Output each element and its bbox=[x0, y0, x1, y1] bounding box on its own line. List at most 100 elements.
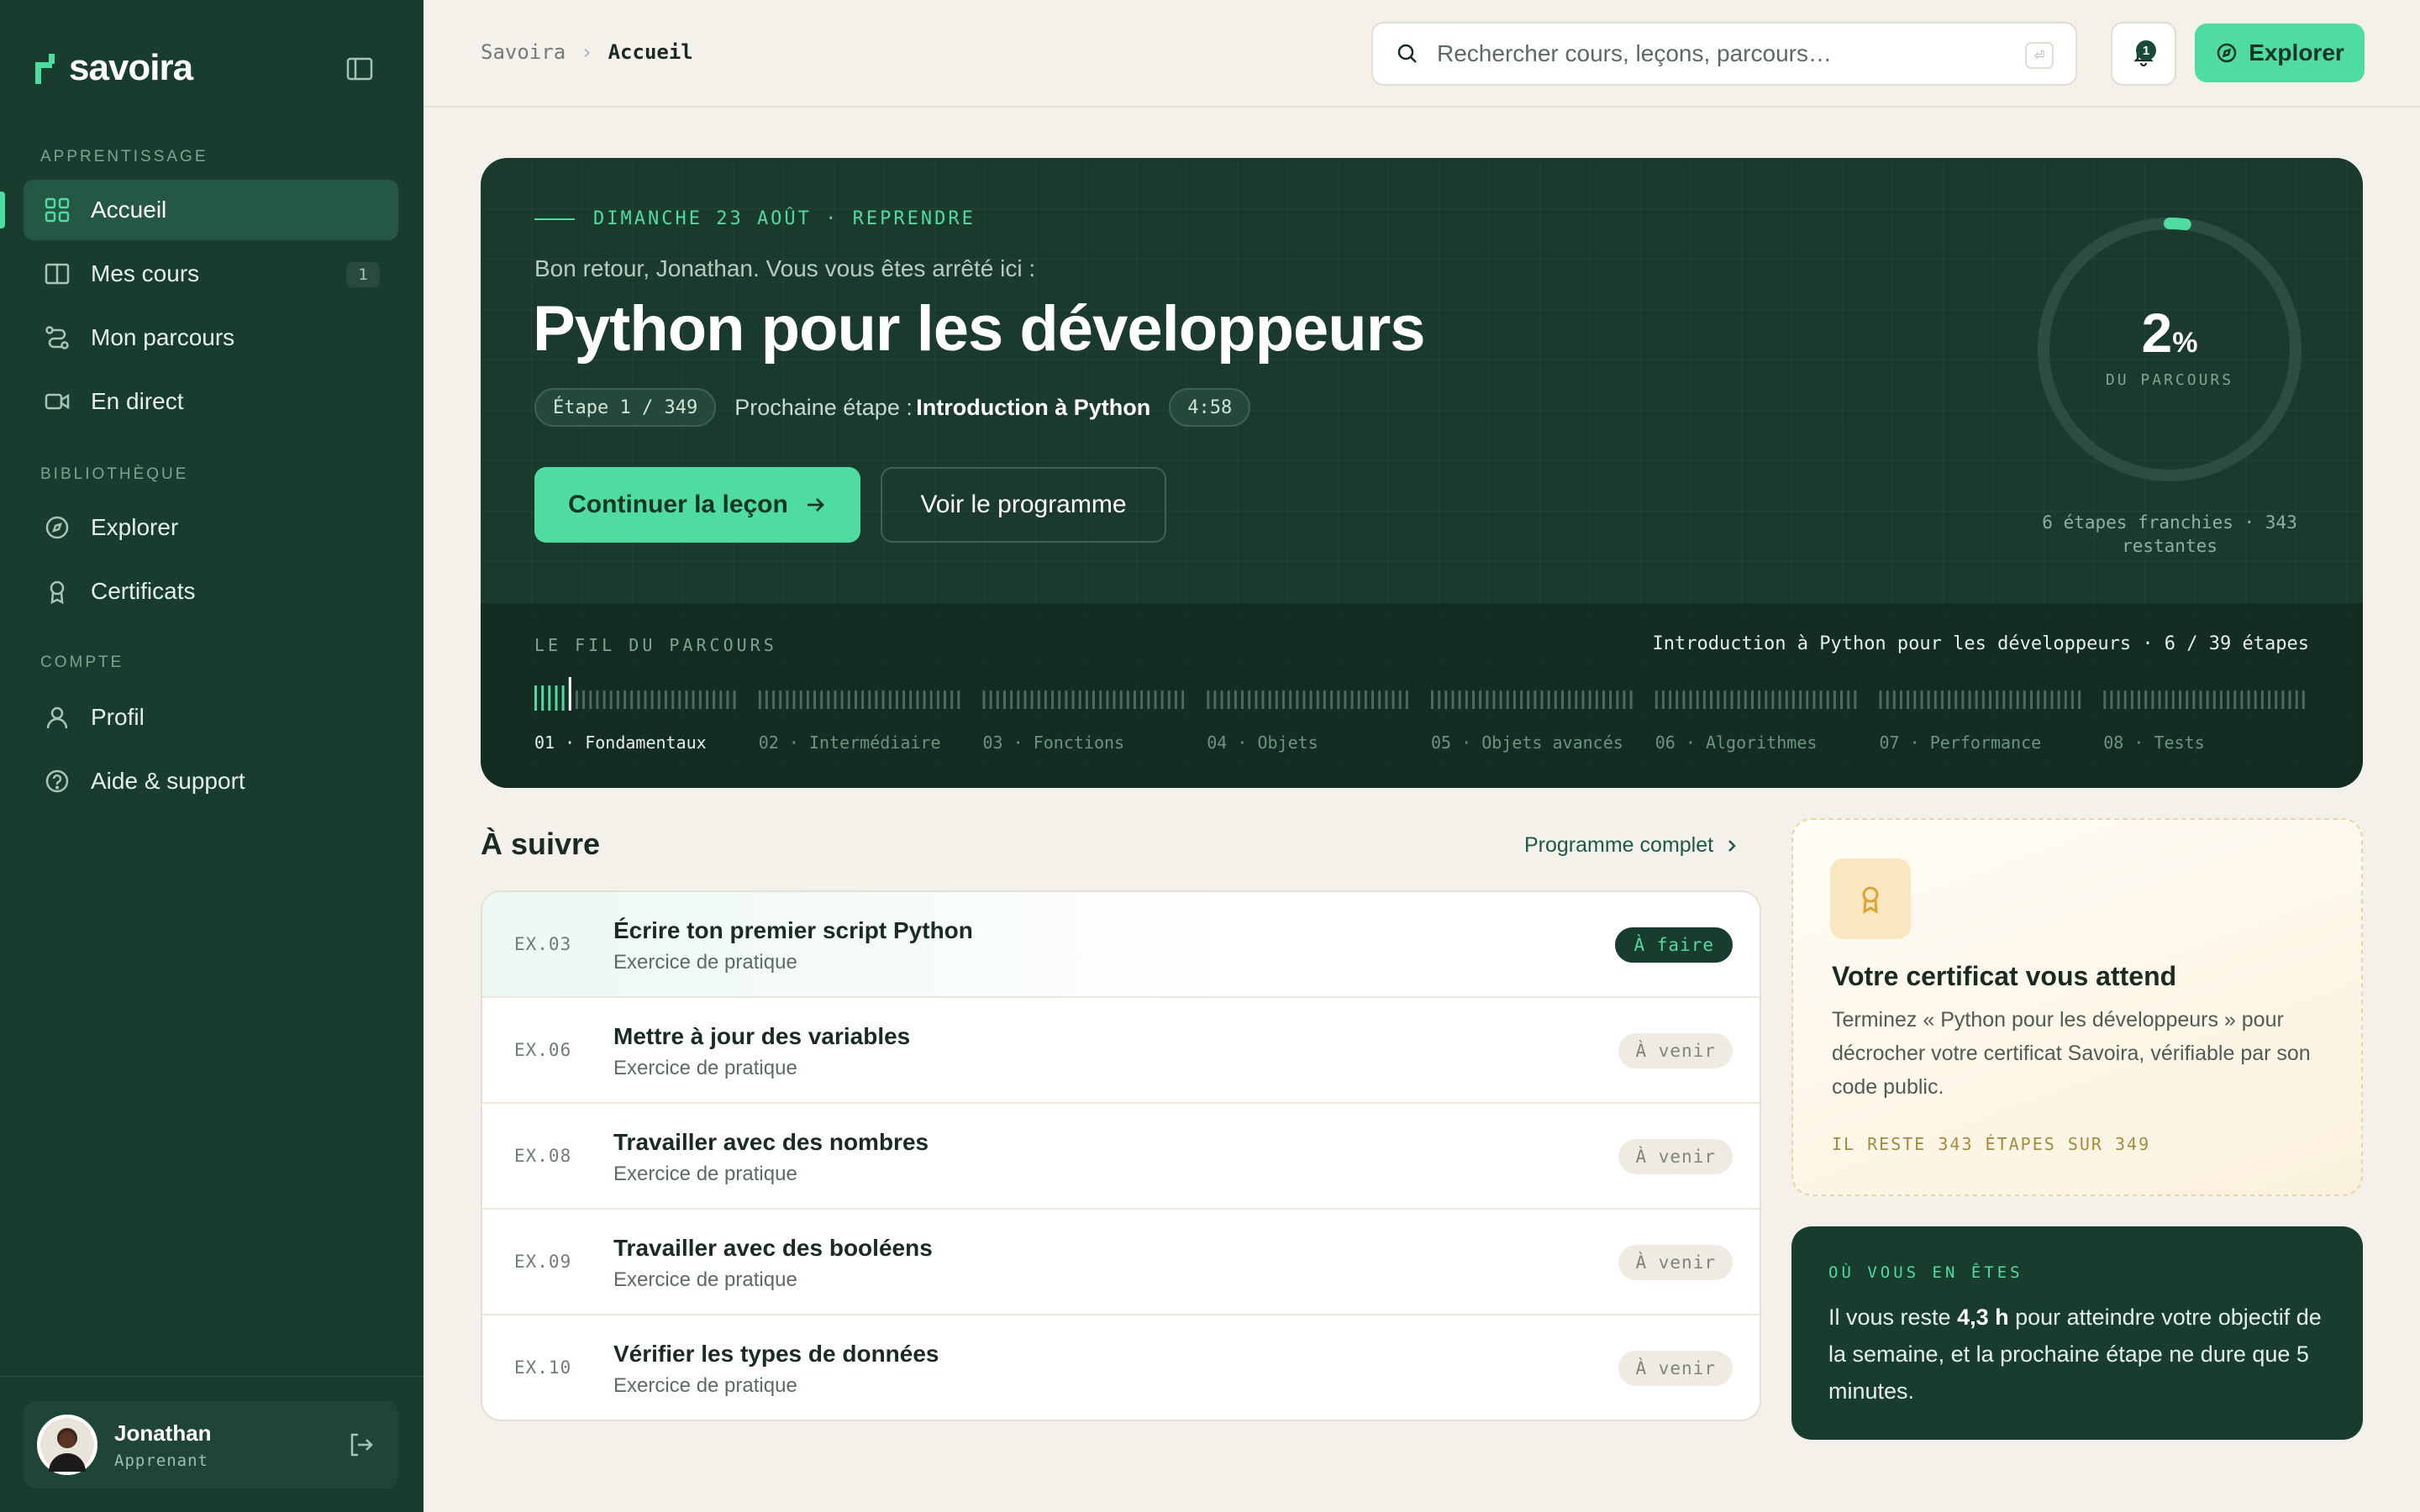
progress-number: 2 bbox=[2141, 302, 2173, 364]
track-step-tick bbox=[589, 690, 592, 709]
next-step-value: Introduction à Python bbox=[916, 394, 1151, 420]
explore-button-label: Explorer bbox=[2249, 39, 2344, 66]
track-step-tick bbox=[1058, 690, 1061, 709]
list-item[interactable]: EX.09 Travailler avec des booléens Exerc… bbox=[482, 1210, 1760, 1315]
track-step-tick bbox=[1003, 690, 1006, 709]
track-step-tick bbox=[692, 690, 695, 709]
track-step-tick bbox=[1595, 690, 1598, 709]
track-step-tick bbox=[2044, 690, 2047, 709]
user-card[interactable]: Jonathan Apprenant bbox=[24, 1401, 398, 1488]
track-step-tick bbox=[1465, 690, 1468, 709]
sidebar-item-en-direct[interactable]: En direct bbox=[24, 371, 398, 432]
logout-button[interactable] bbox=[345, 1428, 378, 1462]
explore-button[interactable]: Explorer bbox=[2195, 24, 2365, 82]
list-item[interactable]: EX.10 Vérifier les types de données Exer… bbox=[482, 1315, 1760, 1420]
list-item[interactable]: EX.08 Travailler avec des nombres Exerci… bbox=[482, 1104, 1760, 1210]
track-step-tick bbox=[1616, 690, 1619, 709]
track-step-tick bbox=[1174, 690, 1177, 709]
track-step-tick bbox=[1989, 690, 1991, 709]
track-step-tick bbox=[929, 690, 933, 709]
track-step-tick bbox=[1499, 690, 1502, 709]
view-program-button[interactable]: Voir le programme bbox=[881, 467, 1166, 543]
track-step-tick bbox=[1561, 690, 1564, 709]
course-track[interactable] bbox=[534, 677, 2309, 711]
sidebar-collapse-button[interactable] bbox=[343, 55, 376, 82]
courses-count-badge: 1 bbox=[346, 262, 380, 287]
route-icon bbox=[40, 321, 74, 354]
track-step-tick bbox=[888, 690, 892, 709]
track-step-tick bbox=[1344, 690, 1347, 709]
track-module-label[interactable]: 07 · Performance bbox=[1880, 732, 2042, 753]
track-step-tick bbox=[2144, 690, 2148, 709]
certificate-card[interactable]: Votre certificat vous attend Terminez « … bbox=[1791, 818, 2363, 1196]
exercise-type: Exercice de pratique bbox=[613, 1374, 797, 1397]
track-step-tick bbox=[2206, 690, 2209, 709]
search-input[interactable] bbox=[1437, 40, 2008, 67]
sidebar-item-profil[interactable]: Profil bbox=[24, 687, 398, 748]
continue-lesson-label: Continuer la leçon bbox=[568, 491, 788, 518]
track-step-tick bbox=[1181, 690, 1185, 709]
track-step-tick bbox=[1737, 690, 1740, 709]
full-program-link[interactable]: Programme complet bbox=[1524, 833, 1740, 858]
notifications-button[interactable]: 1 bbox=[2111, 22, 2176, 86]
track-step-tick bbox=[1968, 690, 1971, 709]
certificate-remaining: IL RESTE 343 ÉTAPES SUR 349 bbox=[1832, 1134, 2151, 1154]
sidebar-item-label: Mon parcours bbox=[91, 324, 235, 350]
sidebar-item-explorer[interactable]: Explorer bbox=[24, 497, 398, 558]
track-step-tick bbox=[1323, 690, 1326, 709]
track-module-label[interactable]: 08 · Tests bbox=[2103, 732, 2204, 753]
track-module-label[interactable]: 04 · Objets bbox=[1207, 732, 1318, 753]
track-step-tick bbox=[1337, 690, 1340, 709]
track-step-tick bbox=[1785, 690, 1788, 709]
search-box[interactable]: ⏎ bbox=[1371, 22, 2077, 86]
track-step-tick bbox=[916, 690, 919, 709]
sidebar-item-certificats[interactable]: Certificats bbox=[24, 561, 398, 622]
track-module-label[interactable]: 01 · Fondamentaux bbox=[534, 732, 707, 753]
brand-logo[interactable]: savoira bbox=[34, 47, 193, 89]
track-step-tick bbox=[1826, 690, 1829, 709]
track-module-label[interactable]: 03 · Fonctions bbox=[983, 732, 1125, 753]
user-avatar-icon bbox=[40, 1418, 94, 1472]
track-module-label[interactable]: 05 · Objets avancés bbox=[1431, 732, 1623, 753]
breadcrumb-root[interactable]: Savoira bbox=[481, 40, 566, 64]
track-step-tick bbox=[1847, 690, 1850, 709]
full-program-label: Programme complet bbox=[1524, 833, 1714, 857]
track-step-tick bbox=[1261, 690, 1265, 709]
track-step-tick bbox=[2016, 690, 2019, 709]
track-step-tick bbox=[609, 690, 613, 709]
status-badge: À faire bbox=[1615, 927, 1733, 963]
track-module-label[interactable]: 06 · Algorithmes bbox=[1655, 732, 1818, 753]
sidebar-divider bbox=[0, 1376, 424, 1377]
track-step-tick bbox=[644, 690, 647, 709]
track-step-tick bbox=[1126, 690, 1129, 709]
exercise-title: Écrire ton premier script Python bbox=[613, 917, 973, 943]
hero-eyebrow: DIMANCHE 23 AOÛT · REPRENDRE bbox=[534, 208, 976, 229]
list-item[interactable]: EX.03 Écrire ton premier script Python E… bbox=[482, 892, 1760, 998]
track-step-tick bbox=[2302, 690, 2305, 709]
eyebrow-line bbox=[534, 218, 575, 220]
sidebar-item-aide[interactable]: Aide & support bbox=[24, 751, 398, 811]
track-step-tick bbox=[1547, 690, 1550, 709]
track-step-tick bbox=[1458, 690, 1461, 709]
grid-icon bbox=[40, 193, 74, 227]
certificate-title: Votre certificat vous attend bbox=[1832, 961, 2177, 991]
track-step-tick bbox=[1730, 690, 1733, 709]
track-step-tick bbox=[2117, 690, 2120, 709]
track-step-tick bbox=[1167, 690, 1171, 709]
track-step-tick bbox=[555, 685, 558, 711]
continue-lesson-button[interactable]: Continuer la leçon bbox=[534, 467, 860, 543]
track-step-tick bbox=[2057, 690, 2060, 709]
sidebar-item-mes-cours[interactable]: Mes cours 1 bbox=[24, 244, 398, 304]
track-step-tick bbox=[1017, 690, 1020, 709]
track-step-tick bbox=[2212, 690, 2216, 709]
topbar: Savoira › Accueil ⏎ 1 Explorer bbox=[424, 0, 2420, 108]
sidebar-item-accueil[interactable]: Accueil bbox=[24, 180, 398, 240]
track-step-tick bbox=[2050, 690, 2054, 709]
list-item[interactable]: EX.06 Mettre à jour des variables Exerci… bbox=[482, 998, 1760, 1104]
track-module-label[interactable]: 02 · Intermédiaire bbox=[759, 732, 941, 753]
sidebar-item-label: Certificats bbox=[91, 578, 196, 604]
award-icon bbox=[1862, 886, 1879, 914]
track-step-tick bbox=[1289, 690, 1292, 709]
track-step-tick bbox=[1806, 690, 1809, 709]
sidebar-item-mon-parcours[interactable]: Mon parcours bbox=[24, 307, 398, 368]
